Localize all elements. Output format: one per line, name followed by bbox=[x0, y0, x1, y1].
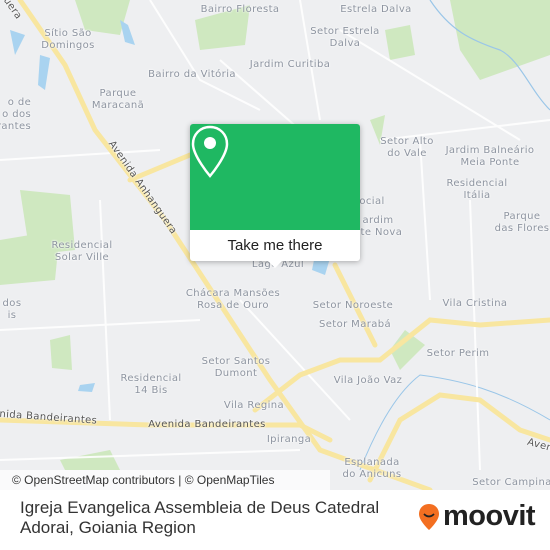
label-setor-estrela-dalva: Setor Estrela Dalva bbox=[310, 26, 380, 49]
label-estrela-dalva: Estrela Dalva bbox=[340, 4, 412, 15]
label-left-cut-2: dos is bbox=[2, 298, 22, 321]
take-me-there-button[interactable]: Take me there bbox=[190, 230, 360, 261]
location-popup: Take me there bbox=[190, 124, 360, 268]
label-jardim-curitiba: Jardim Curitiba bbox=[249, 59, 331, 70]
label-chacara-mansoes: Chácara Mansões Rosa de Ouro bbox=[185, 288, 281, 311]
label-ipiranga: Ipiranga bbox=[266, 434, 312, 445]
map-attribution[interactable]: © OpenStreetMap contributors | © OpenMap… bbox=[0, 470, 330, 490]
label-bairro-da-vitoria: Bairro da Vitória bbox=[148, 69, 236, 80]
label-sitio-sao-domingos: Sítio São Domingos bbox=[41, 28, 95, 51]
moovit-pin-icon bbox=[419, 503, 439, 530]
label-residencial-solar-ville: Residencial Solar Ville bbox=[51, 240, 113, 263]
moovit-wordmark: moovit bbox=[443, 500, 536, 532]
label-left-cut-1: o de o dos rantes bbox=[0, 97, 32, 132]
label-vila-cristina: Vila Cristina bbox=[442, 298, 508, 309]
place-name: Igreja Evangelica Assembleia de Deus Cat… bbox=[20, 498, 380, 537]
map[interactable]: Bairro Floresta Estrela Dalva Setor Estr… bbox=[0, 0, 550, 490]
label-setor-alto-do-vale: Setor Alto do Vale bbox=[380, 136, 434, 159]
popup-header bbox=[190, 124, 360, 230]
label-vila-joao-vaz: Vila João Vaz bbox=[333, 375, 403, 386]
label-jardim-nova-cut: ardim nte Nova bbox=[353, 215, 403, 238]
label-esplanada: Esplanada do Anicuns bbox=[342, 457, 402, 480]
label-setor-santos-dumont: Setor Santos Dumont bbox=[201, 356, 271, 379]
map-pin-icon bbox=[191, 125, 229, 178]
popup-pointer bbox=[268, 261, 282, 268]
label-jardim-balneario: Jardim Balneário Meia Ponte bbox=[445, 145, 535, 168]
label-setor-campina: Setor Campina bbox=[472, 477, 550, 488]
label-social-cut: ocial bbox=[359, 196, 385, 207]
label-residencial-14-bis: Residencial 14 Bis bbox=[120, 373, 182, 396]
label-setor-perim: Setor Perim bbox=[426, 348, 490, 359]
label-residencial-italia: Residencial Itália bbox=[446, 178, 508, 201]
label-parque-maracana: Parque Maracanã bbox=[91, 88, 145, 111]
label-bairro-floresta: Bairro Floresta bbox=[200, 4, 280, 15]
label-vila-regina: Vila Regina bbox=[223, 400, 285, 411]
label-parque-das-flores: Parque das Flores bbox=[494, 211, 550, 234]
label-setor-noroeste: Setor Noroeste bbox=[312, 300, 394, 311]
road-label-bandeirantes: Avenida Bandeirantes bbox=[148, 419, 266, 430]
label-setor-maraba: Setor Marabá bbox=[318, 319, 392, 330]
footer: Igreja Evangelica Assembleia de Deus Cat… bbox=[0, 490, 550, 550]
moovit-logo: moovit bbox=[418, 500, 536, 533]
